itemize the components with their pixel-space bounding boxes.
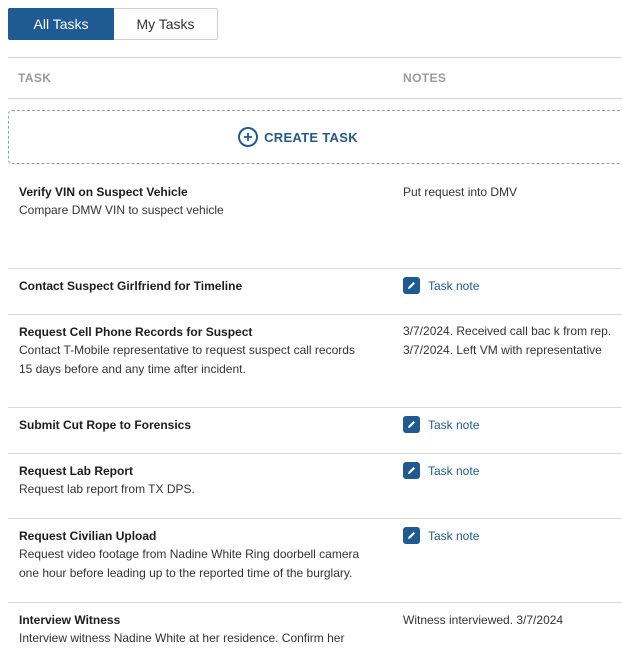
task-description: Request lab report from TX DPS. (19, 482, 195, 496)
column-header-task: TASK (18, 71, 52, 85)
table-row[interactable]: Request Cell Phone Records for Suspect C… (8, 315, 622, 408)
task-note-button[interactable]: Task note (403, 416, 479, 433)
pencil-icon (403, 527, 420, 544)
task-title: Verify VIN on Suspect Vehicle (19, 185, 188, 199)
task-note-text: Witness interviewed. 3/7/2024 (403, 613, 564, 627)
table-row[interactable]: Interview Witness Interview witness Nadi… (8, 603, 622, 652)
task-note-text: 3/7/2024. Received call bac k from rep. (403, 324, 612, 338)
create-task-label: CREATE TASK (264, 129, 358, 145)
table-row[interactable]: Contact Suspect Girlfriend for Timeline … (8, 269, 622, 315)
task-title: Request Cell Phone Records for Suspect (19, 325, 253, 339)
table-row[interactable]: Request Lab Report Request lab report fr… (8, 454, 622, 519)
task-title: Request Lab Report (19, 464, 134, 478)
task-description: Interview witness Nadine White at her re… (19, 631, 345, 645)
create-task-button[interactable]: CREATE TASK (8, 110, 622, 164)
task-note-button[interactable]: Task note (403, 277, 479, 294)
table-row[interactable]: Submit Cut Rope to Forensics Task note (8, 408, 622, 454)
task-note-label: Task note (428, 528, 480, 543)
task-tabs: All Tasks My Tasks (8, 8, 218, 40)
tab-my-tasks[interactable]: My Tasks (114, 8, 218, 40)
task-description: Request video footage from Nadine White … (19, 547, 360, 561)
pencil-icon (403, 462, 420, 479)
task-note-label: Task note (428, 463, 480, 478)
task-title: Submit Cut Rope to Forensics (19, 418, 192, 432)
task-note-text: Put request into DMV (403, 185, 518, 199)
plus-circle-icon (238, 127, 259, 147)
task-description: Compare DMW VIN to suspect vehicle (19, 203, 224, 217)
pencil-icon (403, 277, 420, 294)
table-row[interactable]: Verify VIN on Suspect Vehicle Compare DM… (8, 164, 622, 269)
task-title: Contact Suspect Girlfriend for Timeline (19, 279, 243, 293)
task-description: Contact T-Mobile representative to reque… (19, 343, 355, 357)
task-note-button[interactable]: Task note (403, 527, 479, 544)
task-description: 15 days before and any time after incide… (19, 362, 246, 376)
task-note-text: 3/7/2024. Left VM with representative (403, 343, 602, 357)
table-row[interactable]: Request Civilian Upload Request video fo… (8, 519, 622, 603)
task-title: Interview Witness (19, 613, 121, 627)
task-title: Request Civilian Upload (19, 529, 157, 543)
task-description: one hour before leading up to the report… (19, 566, 353, 580)
task-note-label: Task note (428, 278, 480, 293)
task-note-label: Task note (428, 417, 480, 432)
task-list-panel: All Tasks My Tasks TASK NOTES CREATE TAS… (0, 0, 622, 652)
pencil-icon (403, 416, 420, 433)
create-task-content: CREATE TASK (238, 127, 358, 147)
column-header-notes: NOTES (403, 71, 447, 85)
table-header: TASK NOTES (8, 57, 622, 99)
tab-all-tasks[interactable]: All Tasks (8, 8, 114, 40)
task-note-button[interactable]: Task note (403, 462, 479, 479)
